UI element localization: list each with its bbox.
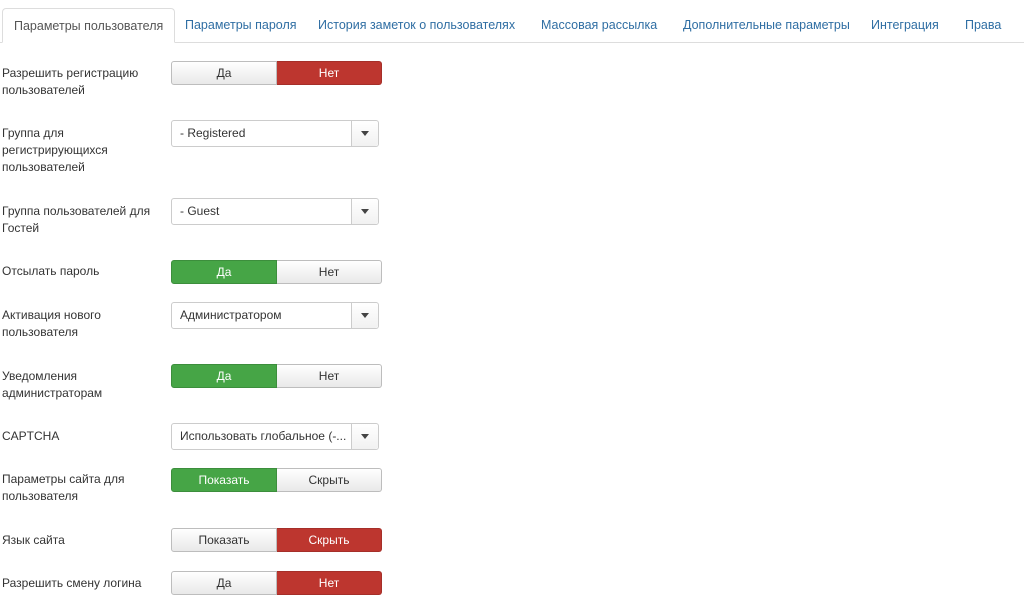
guest-group-value: - Guest xyxy=(180,204,220,218)
frontend-params-hide-button[interactable]: Скрыть xyxy=(277,468,382,492)
notify-admins-no-button[interactable]: Нет xyxy=(277,364,382,388)
tab-permissions[interactable]: Права xyxy=(965,8,1001,43)
tab-password-options[interactable]: Параметры пароля xyxy=(185,8,297,43)
allow-registration-toggle: Да Нет xyxy=(171,61,382,85)
send-password-toggle: Да Нет xyxy=(171,260,382,284)
new-user-group-select[interactable]: - Registered xyxy=(171,120,379,147)
tab-bar: Параметры пользователя Параметры пароля … xyxy=(0,8,1024,43)
tab-mass-mail[interactable]: Массовая рассылка xyxy=(541,8,657,43)
send-password-no-button[interactable]: Нет xyxy=(277,260,382,284)
site-language-toggle: Показать Скрыть xyxy=(171,528,382,552)
notify-admins-toggle: Да Нет xyxy=(171,364,382,388)
tab-user-options[interactable]: Параметры пользователя xyxy=(2,8,176,43)
frontend-params-toggle: Показать Скрыть xyxy=(171,468,382,492)
new-user-group-value: - Registered xyxy=(180,126,246,140)
send-password-label: Отсылать пароль xyxy=(2,264,100,278)
allow-username-change-yes-button[interactable]: Да xyxy=(171,571,277,595)
captcha-value: Использовать глобальное (-... xyxy=(180,429,347,443)
captcha-select[interactable]: Использовать глобальное (-... xyxy=(171,423,379,450)
frontend-params-label: Параметры сайта для пользователя xyxy=(2,472,125,503)
new-user-group-label: Группа для регистрирующихся пользователе… xyxy=(2,126,108,174)
chevron-down-icon xyxy=(351,121,378,146)
notify-admins-label: Уведомления администраторам xyxy=(2,369,103,400)
allow-username-change-no-button[interactable]: Нет xyxy=(277,571,382,595)
allow-registration-no-button[interactable]: Нет xyxy=(277,61,382,85)
tab-advanced-options[interactable]: Дополнительные параметры xyxy=(683,8,850,43)
tab-user-notes-history[interactable]: История заметок о пользователях xyxy=(318,8,515,43)
site-language-show-button[interactable]: Показать xyxy=(171,528,277,552)
chevron-down-icon xyxy=(351,303,378,328)
captcha-label: CAPTCHA xyxy=(2,429,60,443)
notify-admins-yes-button[interactable]: Да xyxy=(171,364,277,388)
tab-integration[interactable]: Интеграция xyxy=(871,8,939,43)
allow-registration-yes-button[interactable]: Да xyxy=(171,61,277,85)
site-language-hide-button[interactable]: Скрыть xyxy=(277,528,382,552)
new-user-activation-select[interactable]: Администратором xyxy=(171,302,379,329)
allow-username-change-label: Разрешить смену логина xyxy=(2,576,142,590)
frontend-params-show-button[interactable]: Показать xyxy=(171,468,277,492)
chevron-down-icon xyxy=(351,424,378,449)
guest-group-select[interactable]: - Guest xyxy=(171,198,379,225)
new-user-activation-value: Администратором xyxy=(180,308,282,322)
allow-username-change-toggle: Да Нет xyxy=(171,571,382,595)
site-language-label: Язык сайта xyxy=(2,533,65,547)
guest-group-label: Группа пользователей для Гостей xyxy=(2,204,151,235)
new-user-activation-label: Активация нового пользователя xyxy=(2,308,101,339)
send-password-yes-button[interactable]: Да xyxy=(171,260,277,284)
chevron-down-icon xyxy=(351,199,378,224)
allow-registration-label: Разрешить регистрацию пользователей xyxy=(2,66,139,97)
